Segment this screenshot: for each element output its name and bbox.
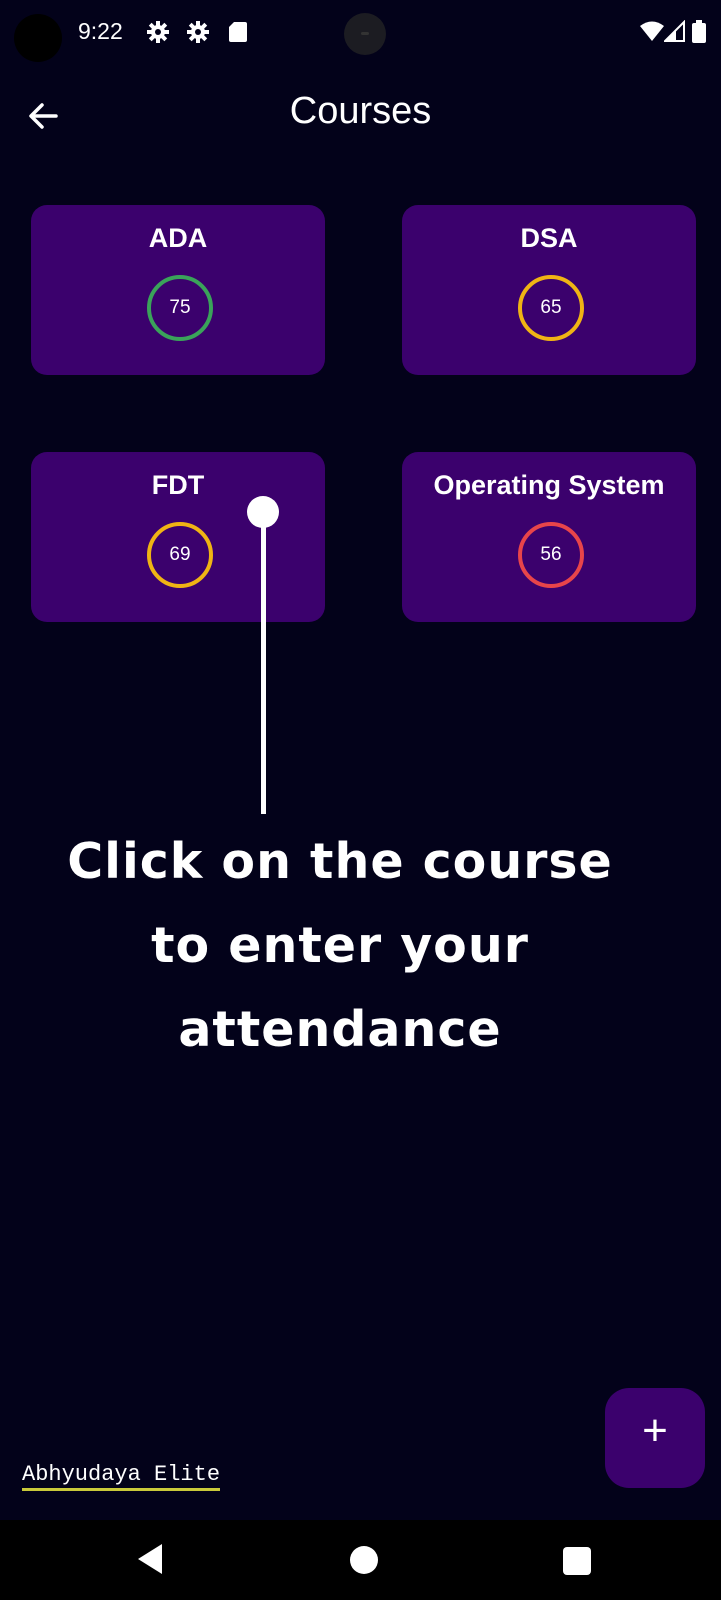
tutorial-pointer-dot bbox=[247, 496, 279, 528]
tutorial-hint: Click on the course to enter your attend… bbox=[0, 820, 680, 1072]
add-course-button[interactable]: + bbox=[605, 1388, 705, 1488]
hint-line: to enter your bbox=[151, 917, 529, 974]
course-name: Operating System bbox=[433, 470, 665, 500]
nav-recents-icon[interactable] bbox=[563, 1547, 591, 1575]
hint-line: Click on the course bbox=[67, 833, 613, 890]
course-card-fdt[interactable]: FDT 69 bbox=[31, 452, 325, 622]
hint-line: attendance bbox=[178, 1001, 502, 1058]
course-card-ada[interactable]: ADA 75 bbox=[31, 205, 325, 375]
brand-label: Abhyudaya Elite bbox=[22, 1462, 221, 1491]
punch-hole-camera bbox=[344, 13, 386, 55]
course-name: ADA bbox=[148, 223, 208, 253]
course-card-dsa[interactable]: DSA 65 bbox=[402, 205, 696, 375]
battery-icon bbox=[692, 20, 706, 43]
tutorial-pointer-line bbox=[261, 512, 266, 814]
nav-back-icon[interactable] bbox=[134, 1542, 164, 1576]
attendance-ring: 56 bbox=[518, 522, 584, 588]
status-bar: 9:22 bbox=[0, 0, 721, 66]
signal-icon bbox=[664, 20, 685, 42]
sd-card-icon bbox=[229, 22, 247, 42]
app-bar: Courses bbox=[0, 80, 721, 152]
attendance-ring: 65 bbox=[518, 275, 584, 341]
settings-icon bbox=[187, 21, 209, 43]
front-camera bbox=[14, 14, 62, 62]
plus-icon: + bbox=[642, 1406, 668, 1455]
page-title: Courses bbox=[289, 90, 432, 132]
system-nav-bar bbox=[0, 1520, 721, 1600]
attendance-ring: 69 bbox=[147, 522, 213, 588]
course-card-operating-system[interactable]: Operating System 56 bbox=[402, 452, 696, 622]
attendance-ring: 75 bbox=[147, 275, 213, 341]
wifi-icon bbox=[640, 21, 664, 41]
nav-home-icon[interactable] bbox=[350, 1546, 378, 1574]
course-name: DSA bbox=[520, 223, 578, 253]
course-name: FDT bbox=[151, 470, 205, 500]
status-time: 9:22 bbox=[78, 18, 123, 44]
settings-icon bbox=[147, 21, 169, 43]
